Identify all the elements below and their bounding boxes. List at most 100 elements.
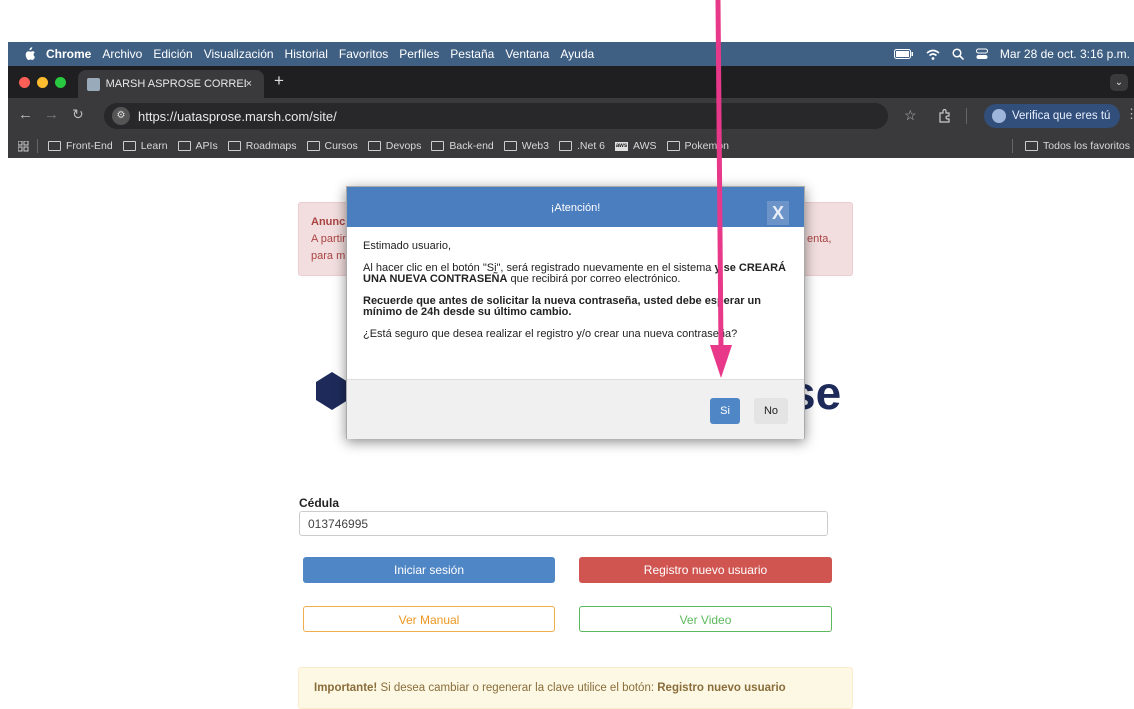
new-tab-button[interactable]: +: [274, 71, 284, 91]
reload-icon[interactable]: ↻: [72, 106, 84, 123]
bookmark-label: Cursos: [324, 140, 358, 152]
forward-arrow-icon[interactable]: →: [44, 106, 59, 123]
folder-icon: [559, 141, 572, 151]
important-label: Importante!: [314, 682, 378, 694]
folder-icon: [177, 141, 191, 151]
confirm-no-button[interactable]: No: [754, 398, 788, 424]
menu-edicion[interactable]: Edición: [153, 47, 192, 61]
bookmark-label: Learn: [140, 140, 168, 152]
bookmark-apis[interactable]: APIs: [177, 140, 218, 152]
bookmark-roadmaps[interactable]: Roadmaps: [227, 140, 297, 152]
folder-icon: [1025, 141, 1039, 151]
battery-icon[interactable]: [893, 49, 914, 59]
modal-footer: Si No: [347, 379, 804, 439]
important-notice: Importante! Si desea cambiar o regenerar…: [298, 667, 853, 709]
annotation-arrow-icon: [710, 0, 732, 378]
bookmark-label: Roadmaps: [245, 140, 297, 152]
announcement-line-1: A partir: [311, 233, 346, 245]
browser-toolbar: ← → ↻ ⚙ https://uatasprose.marsh.com/sit…: [8, 98, 1134, 134]
window-close-button[interactable]: [19, 77, 30, 88]
menu-ventana[interactable]: Ventana: [505, 47, 549, 61]
bookmark-star-icon[interactable]: ☆: [904, 107, 917, 124]
mac-menu-bar: Chrome Archivo Edición Visualización His…: [8, 42, 1134, 66]
bookmark-back-end[interactable]: Back-end: [431, 140, 494, 152]
bookmarks-bar: Front-End Learn APIs Roadmaps Cursos Dev…: [8, 134, 1134, 158]
important-body: Si desea cambiar o regenerar la clave ut…: [377, 682, 658, 694]
modal-p1-end: que recibirá por correo electrónico.: [507, 273, 681, 285]
bookmark-learn[interactable]: Learn: [122, 140, 168, 152]
bookmark-label: Web3: [521, 140, 549, 152]
kebab-menu-icon[interactable]: ⋮: [1125, 106, 1134, 122]
announcement-title: Anunci: [311, 216, 349, 228]
toolbar-divider: [966, 108, 967, 124]
window-minimize-button[interactable]: [37, 77, 48, 88]
wifi-icon[interactable]: [926, 49, 940, 60]
folder-icon: [122, 141, 136, 151]
bookmark-label: Front-End: [66, 140, 113, 152]
avatar: [992, 109, 1006, 123]
control-center-icon[interactable]: [975, 48, 988, 60]
view-video-button[interactable]: Ver Video: [579, 606, 832, 632]
bookmark-label: Back-end: [449, 140, 494, 152]
bookmarks-divider: [37, 139, 38, 153]
apps-grid-icon[interactable]: [18, 140, 29, 152]
menu-favoritos[interactable]: Favoritos: [339, 47, 388, 61]
menu-historial[interactable]: Historial: [285, 47, 328, 61]
verify-label: Verifica que eres tú: [1012, 110, 1111, 122]
modal-close-button[interactable]: X: [767, 201, 789, 225]
folder-icon: [227, 141, 241, 151]
menubar-datetime[interactable]: Mar 28 de oct. 3:16 p.m.: [1000, 47, 1130, 61]
menu-ayuda[interactable]: Ayuda: [560, 47, 594, 61]
bookmark-front-end[interactable]: Front-End: [48, 140, 113, 152]
menubar-status-area: Mar 28 de oct. 3:16 p.m.: [893, 47, 1134, 61]
bookmark-label: AWS: [633, 140, 657, 152]
profile-verify-chip[interactable]: Verifica que eres tú: [984, 104, 1120, 128]
menu-pestana[interactable]: Pestaña: [450, 47, 494, 61]
announcement-line-2: para m: [311, 250, 346, 262]
browser-tab-bar: MARSH ASPROSE CORREDO × + ⌄: [8, 66, 1134, 98]
back-arrow-icon[interactable]: ←: [18, 106, 33, 123]
menu-app-chrome[interactable]: Chrome: [46, 47, 91, 61]
cedula-label: Cédula: [299, 496, 340, 510]
tab-title: MARSH ASPROSE CORREDO: [105, 78, 246, 90]
confirm-yes-button[interactable]: Si: [710, 398, 740, 424]
bookmark-label: Todos los favoritos: [1043, 140, 1130, 152]
folder-icon: [431, 141, 445, 151]
spotlight-search-icon[interactable]: [952, 48, 964, 60]
register-new-user-button[interactable]: Registro nuevo usuario: [579, 557, 832, 583]
aws-logo-icon: aws: [615, 141, 629, 151]
bookmark-aws[interactable]: aws AWS: [615, 140, 657, 152]
bookmark-cursos[interactable]: Cursos: [306, 140, 358, 152]
bookmark-net6[interactable]: .Net 6: [559, 140, 605, 152]
tab-search-button[interactable]: ⌄: [1110, 74, 1128, 91]
address-bar[interactable]: ⚙ https://uatasprose.marsh.com/site/: [104, 103, 888, 129]
tab-close-icon[interactable]: ×: [246, 78, 252, 90]
bookmark-all-favorites[interactable]: Todos los favoritos: [1025, 140, 1130, 152]
cedula-input[interactable]: 013746995: [299, 511, 828, 536]
menu-archivo[interactable]: Archivo: [102, 47, 142, 61]
menu-visualizacion[interactable]: Visualización: [204, 47, 274, 61]
announcement-line-1-end: enta,: [807, 233, 832, 245]
url-text[interactable]: https://uatasprose.marsh.com/site/: [138, 109, 337, 124]
tab-favicon-icon: [87, 77, 100, 91]
bookmark-label: .Net 6: [577, 140, 606, 152]
apple-icon[interactable]: [22, 47, 36, 61]
window-zoom-button[interactable]: [55, 77, 66, 88]
folder-icon: [367, 141, 381, 151]
site-info-icon[interactable]: ⚙: [112, 107, 130, 125]
bookmark-label: APIs: [195, 140, 218, 152]
folder-icon: [48, 141, 61, 151]
bookmarks-divider: [1012, 139, 1014, 153]
folder-icon: [503, 141, 517, 151]
view-manual-button[interactable]: Ver Manual: [303, 606, 555, 632]
login-button[interactable]: Iniciar sesión: [303, 557, 555, 583]
folder-icon: [666, 141, 680, 151]
bookmark-web3[interactable]: Web3: [503, 140, 549, 152]
menu-perfiles[interactable]: Perfiles: [399, 47, 439, 61]
folder-icon: [306, 141, 320, 151]
bookmark-label: Devops: [385, 140, 422, 152]
important-button-ref: Registro nuevo usuario: [657, 682, 786, 694]
extensions-icon[interactable]: [938, 109, 952, 123]
browser-tab-active[interactable]: MARSH ASPROSE CORREDO ×: [78, 70, 264, 98]
bookmark-devops[interactable]: Devops: [367, 140, 422, 152]
